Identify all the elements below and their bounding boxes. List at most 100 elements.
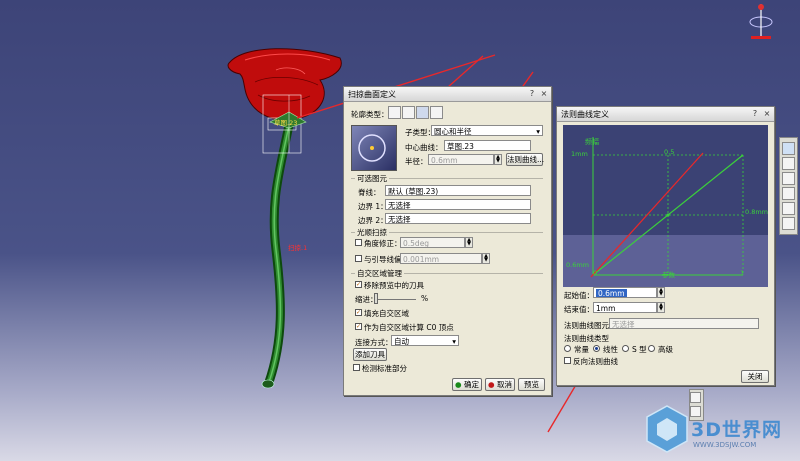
connection-value: 自动 [394,337,409,346]
chevron-down-icon: ▾ [536,127,540,136]
spine-field[interactable]: 默认 (草图.23) [385,185,531,196]
taper-slider-track [374,299,416,300]
profile-preview-image [351,125,397,171]
law-type-constant-radio[interactable] [564,345,571,352]
preview-button[interactable]: 预览 [518,378,545,391]
x-right-label: 1 [740,269,745,277]
guide-deviation-field[interactable]: 0.001mm [400,253,482,264]
law-type-advanced-label: 高级 [658,345,673,354]
spine-label: 脊线： [358,188,381,197]
cancel-label: 取消 [496,380,512,389]
cancel-button[interactable]: ● 取消 [485,378,515,391]
law-type-advanced-radio[interactable] [648,345,655,352]
subtype-value: 圆心和半径 [434,127,472,136]
ok-icon: ● [455,380,462,389]
close-icon[interactable]: × [539,89,549,99]
start-value-spinner[interactable]: ▲ ▼ [657,287,665,298]
compass-icon[interactable] [749,4,773,39]
revolve-tool-icon[interactable] [782,202,795,215]
start-value-field[interactable]: 0.6mm [593,287,657,298]
law-type-s-radio[interactable] [622,345,629,352]
law-curve-dialog: 法则曲线定义 ? × 频幅 1mm 0.5 0.8mm 0.6mm 0 参数 1… [556,106,775,386]
law-type-linear-label: 线性 [603,345,618,354]
law-type-constant-label: 常量 [574,345,589,354]
angle-correction-checkbox[interactable] [355,239,362,246]
self-intersection-heading: 自交区域管理 [355,268,404,279]
angle-correction-label: 角度修正： [364,239,402,248]
offset-tool-icon[interactable] [782,157,795,170]
y-right-label: 0.8mm [745,208,769,216]
connection-select[interactable]: 自动 ▾ [391,335,459,346]
center-curve-field[interactable]: 草图.23 [444,140,531,151]
conic-profile-icon[interactable] [430,106,443,119]
start-value-text: 0.6mm [596,289,627,298]
law-element-field[interactable]: 无选择 [609,318,759,329]
boundary2-label: 边界 2： [358,216,388,225]
chevron-down-icon: ▾ [452,337,456,346]
law-type-label: 法则曲线类型 [564,334,609,343]
profile-type-label: 轮廓类型： [351,110,389,119]
project-tool-icon[interactable] [690,392,701,403]
c0-vertex-checkbox[interactable]: ✓ [355,323,362,330]
sweep-dialog-titlebar[interactable]: 扫掠曲面定义 ? × [344,87,551,102]
x-axis-label: 参数 [662,271,675,279]
watermark-url: WWW.3DSJW.COM [693,441,757,449]
boundary2-field[interactable]: 无选择 [385,213,531,224]
angle-correction-field[interactable]: 0.5deg [400,237,465,248]
boundary1-field[interactable]: 无选择 [385,199,531,210]
canonical-checkbox[interactable] [353,364,360,371]
tube-annotation-label: 扫掠.1 [288,244,308,252]
law-type-s-label: S 型 [632,345,647,354]
help-button[interactable]: ? [750,109,760,119]
watermark-brand: 3D世界网 [691,419,782,441]
graph-title: 频幅 [585,138,599,146]
ok-label: 确定 [463,380,479,389]
x-mid-label: 0.5 [664,148,675,156]
c0-vertex-label: 作为自交区域计算 C0 顶点 [364,323,454,332]
add-tool-button[interactable]: 添加刀具 [353,348,387,361]
subtype-select[interactable]: 圆心和半径 ▾ [431,125,543,136]
smooth-sweep-heading: 光顺扫掠 [355,227,389,238]
canonical-label: 检测标准部分 [362,364,407,373]
end-value-field[interactable]: 1mm [593,302,657,313]
taper-unit: % [421,294,429,303]
law-dialog-titlebar[interactable]: 法则曲线定义 ? × [557,107,774,122]
remove-preview-label: 移除预览中的刀具 [364,281,424,290]
line-profile-icon[interactable] [402,106,415,119]
law-dialog-title: 法则曲线定义 [561,109,609,119]
ok-button[interactable]: ● 确定 [452,378,482,391]
sweep-tool-icon[interactable] [782,142,795,155]
help-button[interactable]: ? [527,89,537,99]
extrude-tool-icon[interactable] [782,187,795,200]
watermark-logo-icon [645,404,689,454]
y-top-label: 1mm [571,150,588,158]
y-bottom-label: 0.6mm [566,261,590,269]
fill-tool-icon[interactable] [782,172,795,185]
remove-preview-checkbox[interactable]: ✓ [355,281,362,288]
x-left-label: 0 [593,269,598,277]
end-value-spinner[interactable]: ▲ ▼ [657,302,665,313]
center-curve-label: 中心曲线： [405,143,443,152]
guide-deviation-checkbox[interactable] [355,255,362,262]
fill-checkbox[interactable]: ✓ [355,309,362,316]
connection-label: 连接方式： [355,338,393,347]
guide-deviation-spinner[interactable]: ▲ ▼ [482,253,490,264]
circle-profile-icon[interactable] [416,106,429,119]
close-button[interactable]: 关闭 [741,370,769,383]
boundary1-label: 边界 1： [358,202,388,211]
reverse-law-label: 反向法则曲线 [573,357,618,366]
end-value-label: 结束值： [564,305,594,314]
taper-slider-handle[interactable] [374,293,378,304]
start-value-label: 起始值： [564,291,594,300]
law-curve-button[interactable]: 法则曲线... [506,153,544,166]
explicit-profile-icon[interactable] [388,106,401,119]
radius-field[interactable]: 0.6mm [428,154,494,165]
blend-tool-icon[interactable] [782,217,795,230]
reverse-law-checkbox[interactable] [564,357,571,364]
angle-correction-spinner[interactable]: ▲ ▼ [465,237,473,248]
sweep-dialog-title: 扫掠曲面定义 [348,89,396,99]
radius-spinner[interactable]: ▲ ▼ [494,154,502,165]
law-type-linear-radio[interactable] [593,345,600,352]
cancel-icon: ● [488,380,495,389]
close-icon[interactable]: × [762,109,772,119]
